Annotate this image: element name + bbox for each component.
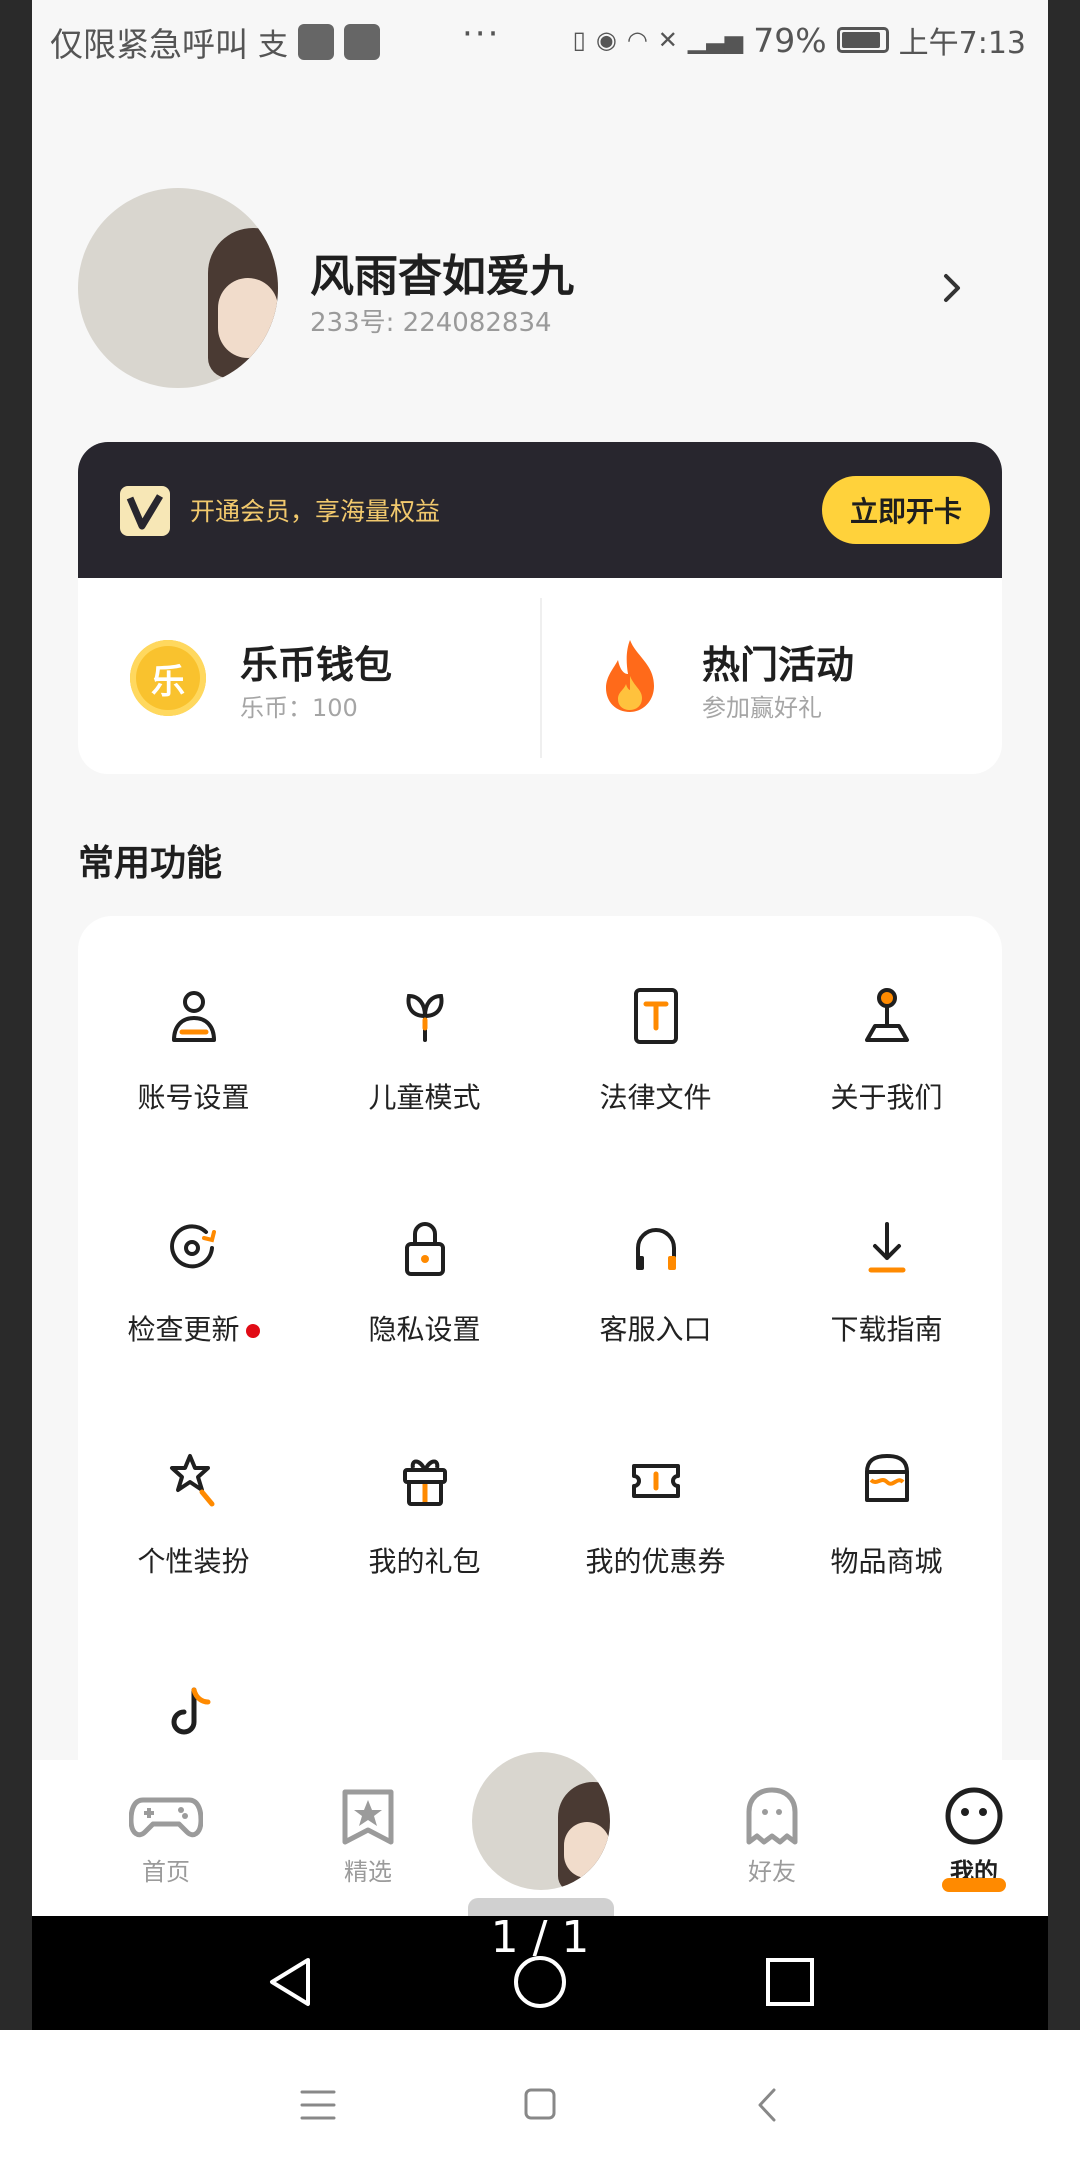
feature-my-coupons[interactable]: 我的优惠券 bbox=[540, 1380, 771, 1580]
vip-banner[interactable]: 开通会员，享海量权益 立即开卡 bbox=[78, 442, 1002, 578]
nav-featured[interactable]: 精选 bbox=[288, 1760, 448, 1916]
gift-icon bbox=[403, 1459, 447, 1506]
feature-label: 个性装扮 bbox=[137, 1545, 250, 1578]
activity-card[interactable]: 热门活动 参加赢好礼 bbox=[540, 578, 1002, 774]
features-grid: 账号设置 儿童模式 法律文件 关于我们 检查更新 隐私设置 客服入口 下载指南 … bbox=[78, 916, 1002, 1816]
wallet-title: 乐币钱包 bbox=[240, 643, 393, 687]
document-icon bbox=[634, 988, 678, 1044]
avatar-face bbox=[218, 278, 278, 358]
section-title: 常用功能 bbox=[78, 843, 223, 884]
download-icon bbox=[868, 1222, 906, 1273]
feature-label: 检查更新 bbox=[78, 1308, 309, 1348]
nav-label: 好友 bbox=[748, 1858, 796, 1886]
feature-my-gifts[interactable]: 我的礼包 bbox=[309, 1380, 540, 1580]
phone-screen: 仅限紧急呼叫 支 ··· ▯ ◉ ◠ ✕ ▁▃▅ 79% 上午7:13 风雨杳如… bbox=[32, 0, 1048, 2030]
wallet-card[interactable]: 乐 乐币钱包 乐币：100 bbox=[78, 578, 540, 774]
user-icon bbox=[172, 991, 216, 1042]
nav-mine[interactable]: 我的 bbox=[894, 1760, 1048, 1916]
menu-icon[interactable] bbox=[298, 2088, 338, 2122]
battery-percent: 79% bbox=[753, 20, 827, 60]
activity-title: 热门活动 bbox=[702, 643, 855, 687]
square-icon[interactable] bbox=[522, 2086, 558, 2122]
music-icon bbox=[171, 1687, 211, 1735]
nav-friends[interactable]: 好友 bbox=[692, 1760, 852, 1916]
magic-icon bbox=[170, 1454, 215, 1507]
feature-label: 客服入口 bbox=[599, 1313, 712, 1346]
recents-square-icon[interactable] bbox=[762, 1954, 818, 2010]
status-right: ▯ ◉ ◠ ✕ ▁▃▅ 79% 上午7:13 bbox=[573, 18, 1026, 62]
notification-icon bbox=[344, 24, 380, 60]
status-left: 仅限紧急呼叫 支 bbox=[50, 18, 380, 66]
feature-check-update[interactable]: 检查更新 bbox=[78, 1148, 309, 1348]
avatar-face bbox=[564, 1822, 610, 1878]
feature-personalize[interactable]: 个性装扮 bbox=[78, 1380, 309, 1580]
more-notifications-icon: ··· bbox=[462, 14, 501, 54]
flame-icon bbox=[606, 640, 654, 712]
wallet-balance: 乐币：100 bbox=[240, 694, 358, 722]
nav-label: 首页 bbox=[142, 1858, 190, 1886]
store-icon bbox=[865, 1454, 909, 1502]
back-chevron-icon[interactable] bbox=[752, 2086, 782, 2124]
notification-icon bbox=[298, 24, 334, 60]
wifi-icon: ◠ bbox=[626, 26, 648, 54]
nav-center-avatar[interactable] bbox=[472, 1752, 610, 1890]
coin-icon: 乐 bbox=[130, 640, 206, 716]
gamepad-icon bbox=[129, 1797, 203, 1838]
outer-navigation-bar bbox=[0, 2030, 1080, 2160]
lock-icon bbox=[405, 1222, 445, 1276]
no-sim-icon: ✕ bbox=[657, 26, 678, 54]
feature-label: 账号设置 bbox=[137, 1081, 250, 1114]
home-circle-icon[interactable] bbox=[510, 1952, 570, 2012]
nav-home[interactable]: 首页 bbox=[86, 1760, 246, 1916]
vibrate-icon: ▯ bbox=[572, 26, 586, 54]
ticket-icon bbox=[632, 1464, 680, 1498]
profile-uid: 233号: 224082834 bbox=[310, 308, 552, 338]
feature-label: 下载指南 bbox=[830, 1313, 943, 1346]
emergency-only-text: 仅限紧急呼叫 bbox=[50, 25, 248, 64]
feature-label: 我的礼包 bbox=[368, 1545, 481, 1578]
feature-label: 儿童模式 bbox=[368, 1081, 481, 1114]
star-bookmark-icon bbox=[342, 1789, 394, 1845]
feature-kids-mode[interactable]: 儿童模式 bbox=[309, 916, 540, 1116]
feature-privacy[interactable]: 隐私设置 bbox=[309, 1148, 540, 1348]
feature-download-guide[interactable]: 下载指南 bbox=[771, 1148, 1002, 1348]
chevron-right-icon[interactable] bbox=[932, 268, 972, 308]
feature-label-text: 检查更新 bbox=[127, 1313, 240, 1346]
vip-promo-text: 开通会员，享海量权益 bbox=[190, 497, 441, 526]
open-vip-button[interactable]: 立即开卡 bbox=[822, 476, 990, 544]
refresh-icon bbox=[170, 1224, 216, 1269]
feature-label: 我的优惠券 bbox=[585, 1545, 726, 1578]
wallet-activity-card: 乐 乐币钱包 乐币：100 热门活动 参加赢好礼 bbox=[78, 578, 1002, 774]
joystick-icon bbox=[865, 988, 909, 1042]
smile-icon bbox=[945, 1787, 1003, 1845]
profile-name[interactable]: 风雨杳如爱九 bbox=[310, 240, 574, 304]
feature-item-store[interactable]: 物品商城 bbox=[771, 1380, 1002, 1580]
activity-subtitle: 参加赢好礼 bbox=[702, 694, 822, 722]
system-navigation-bar: 1 / 1 bbox=[32, 1912, 1048, 2030]
clock: 上午7:13 bbox=[898, 26, 1026, 61]
feature-legal-docs[interactable]: 法律文件 bbox=[540, 916, 771, 1116]
feature-customer-service[interactable]: 客服入口 bbox=[540, 1148, 771, 1348]
back-triangle-icon[interactable] bbox=[262, 1952, 322, 2012]
update-badge bbox=[245, 1324, 260, 1338]
feature-label: 物品商城 bbox=[830, 1545, 943, 1578]
alipay-icon: 支 bbox=[258, 28, 288, 63]
avatar[interactable] bbox=[78, 188, 278, 388]
headphones-icon bbox=[636, 1228, 676, 1270]
battery-icon bbox=[836, 27, 889, 53]
vip-logo-icon bbox=[120, 486, 170, 536]
nav-label: 精选 bbox=[344, 1858, 392, 1886]
feature-account-settings[interactable]: 账号设置 bbox=[78, 916, 309, 1116]
ghost-icon bbox=[746, 1787, 798, 1845]
nav-active-indicator bbox=[942, 1878, 1006, 1892]
sprout-icon bbox=[406, 993, 444, 1042]
feature-label: 隐私设置 bbox=[368, 1313, 481, 1346]
feature-about-us[interactable]: 关于我们 bbox=[771, 916, 1002, 1116]
feature-label: 法律文件 bbox=[599, 1081, 712, 1114]
feature-label: 关于我们 bbox=[830, 1081, 943, 1114]
signal-icon: ▁▃▅ bbox=[687, 26, 744, 54]
status-bar: 仅限紧急呼叫 支 ··· ▯ ◉ ◠ ✕ ▁▃▅ 79% 上午7:13 bbox=[32, 0, 1048, 80]
eye-icon: ◉ bbox=[595, 26, 617, 54]
